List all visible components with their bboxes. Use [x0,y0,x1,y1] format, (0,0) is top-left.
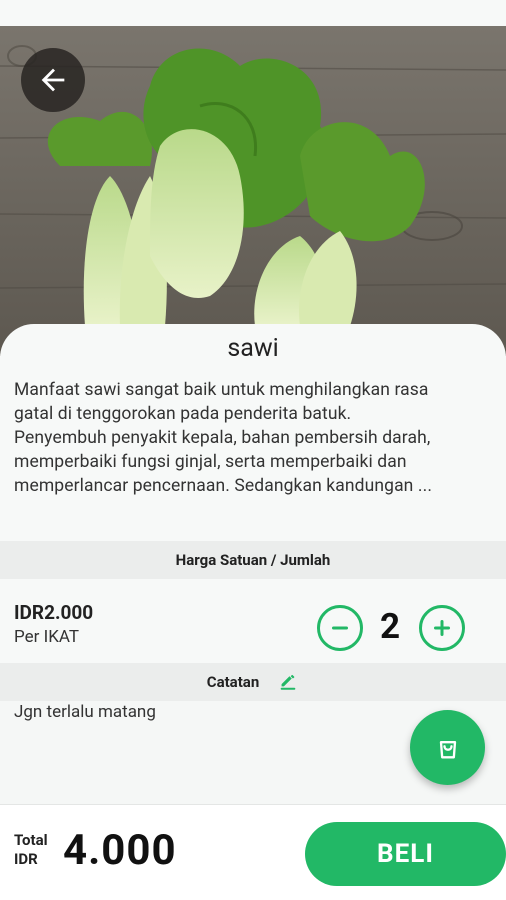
arrow-left-icon [41,68,65,92]
note-text[interactable]: Jgn terlalu matang [14,702,156,722]
product-title: sawi [227,334,279,363]
increment-button[interactable] [419,605,465,651]
quantity-value: 2 [379,606,401,647]
minus-circle-icon [332,626,348,630]
description-line: memperbaiki fungsi ginjal, serta memperb… [14,452,407,472]
edit-note-button[interactable] [277,669,299,695]
cart-button[interactable] [410,710,485,785]
decrement-button[interactable] [317,605,363,651]
product-description: Manfaat sawi sangat baik untuk menghilan… [14,378,494,498]
currency-label: IDR [14,850,38,868]
note-section-header: Catatan [0,663,506,701]
pencil-icon [280,674,296,690]
description-line: Penyembuh penyakit kepala, bahan pembers… [14,428,431,448]
description-line: memperlancar pencernaan. Sedangkan kandu… [14,476,433,496]
total-label: Total IDR [14,831,48,869]
description-line: Manfaat sawi sangat baik untuk menghilan… [14,380,429,400]
description-line: gatal di tenggorokan pada penderita batu… [14,404,352,424]
unit-price: IDR2.000 [14,601,94,624]
total-amount: 4.000 [63,826,177,875]
buy-button[interactable]: BELI [305,822,506,886]
price-section-header: Harga Satuan / Jumlah [0,541,506,579]
shopping-bag-icon [439,740,456,758]
unit-label: Per IKAT [14,627,80,647]
status-bar [0,0,506,26]
plus-circle-icon [434,620,450,636]
back-button[interactable] [21,48,85,112]
total-caption: Total [14,831,48,849]
note-header-label: Catatan [206,673,260,691]
